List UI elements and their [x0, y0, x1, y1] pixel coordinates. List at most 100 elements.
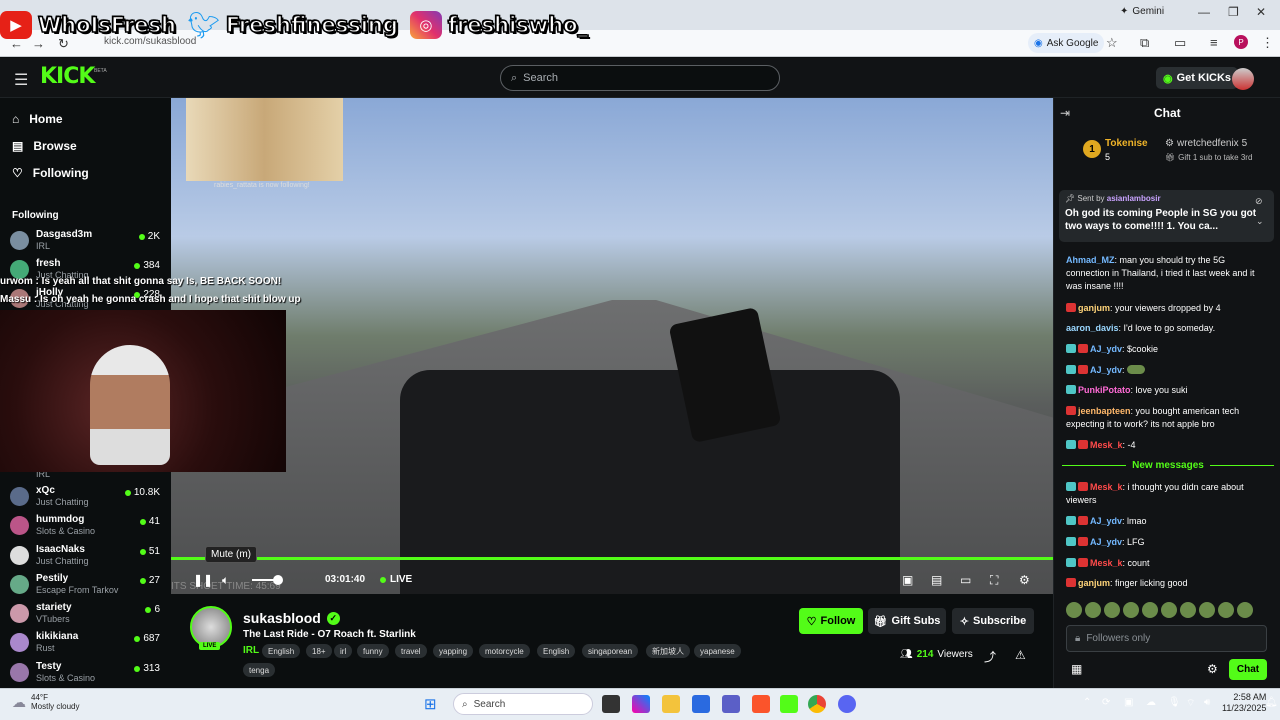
gift-promo[interactable]: 🎁︎ Gift 1 sub to take 3rd	[1165, 153, 1252, 162]
volume-icon[interactable]: 🔈︎	[222, 573, 229, 588]
brave-icon[interactable]	[752, 695, 770, 713]
chat-username[interactable]: Ahmad_MZ	[1066, 255, 1115, 265]
emote-icon[interactable]	[1066, 602, 1082, 618]
search-input[interactable]: ⌕ Search	[500, 65, 780, 91]
chrome-icon[interactable]	[808, 695, 826, 713]
sidebar-channel[interactable]: stariety VTubers 6	[10, 602, 160, 628]
chat-send-button[interactable]: Chat	[1229, 659, 1267, 680]
tray-chevron-icon[interactable]: ⌃	[1083, 697, 1091, 708]
stream-tag[interactable]: yapping	[433, 644, 474, 658]
get-kicks-button[interactable]: ◉ Get KICKs	[1156, 67, 1239, 89]
close-icon[interactable]: ✕	[1256, 5, 1266, 19]
nav-browse[interactable]: ▤ Browse	[12, 139, 77, 153]
media-icon[interactable]: ≡	[1210, 35, 1218, 50]
chat-username[interactable]: AJ_ydv	[1090, 516, 1122, 526]
pause-icon[interactable]: ❚❚	[193, 573, 213, 587]
emote-icon[interactable]	[1218, 602, 1234, 618]
nav-home[interactable]: ⌂ Home	[12, 112, 63, 126]
settings-gear-icon[interactable]: ⚙	[1019, 573, 1030, 587]
copilot-icon[interactable]	[632, 695, 650, 713]
share-icon[interactable]: ⤴	[984, 648, 996, 665]
taskbar-clock[interactable]: 2:58 AM 11/23/2025	[1222, 692, 1266, 714]
sidebar-channel[interactable]: hummdog Slots & Casino 41	[10, 514, 160, 540]
minimize-icon[interactable]: —	[1198, 5, 1210, 19]
chat-username[interactable]: Mesk_k	[1090, 440, 1123, 450]
sidebar-channel[interactable]: Pestily Escape From Tarkov 27	[10, 573, 160, 599]
emote-icon[interactable]	[1237, 602, 1253, 618]
bookmark-star-icon[interactable]: ☆	[1106, 35, 1118, 51]
weather-widget[interactable]: ☁ 44°F Mostly cloudy	[12, 693, 79, 711]
tray-app-icon[interactable]: ▣	[1124, 697, 1133, 708]
task-view-icon[interactable]	[602, 695, 620, 713]
theater-mode-icon[interactable]: ▭	[960, 573, 971, 587]
file-explorer-icon[interactable]	[662, 695, 680, 713]
nav-following[interactable]: ♡ Following	[12, 166, 89, 180]
emote-icon[interactable]	[1085, 602, 1101, 618]
tray-cloud-icon[interactable]: ☁	[1146, 697, 1156, 708]
mini-player-icon[interactable]: ▣	[902, 573, 913, 587]
stream-tag[interactable]: singaporean	[582, 644, 639, 658]
windows-start-icon[interactable]: ⊞	[424, 695, 437, 713]
discord-icon[interactable]	[838, 695, 856, 713]
sidebar-channel[interactable]: Testy Slots & Casino 313	[10, 661, 160, 687]
sidebar-channel[interactable]: Dasgasd3m IRL 2K	[10, 229, 160, 255]
volume-slider-knob[interactable]	[273, 575, 283, 585]
gift-subs-button[interactable]: 🎁︎ Gift Subs	[868, 608, 946, 634]
emote-icon[interactable]	[1104, 602, 1120, 618]
emote-icon[interactable]	[1161, 602, 1177, 618]
stream-tag[interactable]: funny	[357, 644, 389, 658]
gift-box-icon[interactable]: ▦	[1071, 662, 1082, 676]
subscribe-button[interactable]: ✧ Subscribe	[952, 608, 1034, 634]
sidebar-channel[interactable]: kikikiana Rust 687	[10, 631, 160, 657]
emote-icon[interactable]	[1199, 602, 1215, 618]
emote-icon[interactable]	[1142, 602, 1158, 618]
chat-username[interactable]: AJ_ydv	[1090, 537, 1122, 547]
chat-settings-gear-icon[interactable]: ⚙	[1207, 662, 1218, 676]
stream-tag[interactable]: tenga	[243, 663, 276, 677]
chat-username[interactable]: ganjum	[1078, 578, 1110, 588]
maximize-icon[interactable]: ❐	[1228, 5, 1239, 19]
tray-mic-icon[interactable]: 🎙︎	[1168, 697, 1181, 708]
profile-avatar[interactable]: P	[1234, 35, 1248, 49]
chat-username[interactable]: Mesk_k	[1090, 558, 1123, 568]
channel-name[interactable]: sukasblood ✓	[243, 610, 340, 626]
notifications-bell-icon[interactable]: 🔔︎	[1265, 697, 1278, 708]
clip-icon[interactable]: ▤	[931, 573, 942, 587]
fullscreen-icon[interactable]: ⛶	[990, 573, 998, 588]
chat-username[interactable]: ganjum	[1078, 303, 1110, 313]
store-icon[interactable]	[692, 695, 710, 713]
ask-google-button[interactable]: ◉ Ask Google	[1028, 33, 1105, 53]
stream-tag[interactable]: travel	[395, 644, 427, 658]
speaker-icon[interactable]: 🔊︎	[1204, 697, 1210, 708]
chat-username[interactable]: AJ_ydv	[1090, 365, 1122, 375]
pinned-message[interactable]: 📌︎ Sent by asianlambosir Oh god its comi…	[1059, 190, 1274, 242]
stream-category-link[interactable]: IRL	[243, 645, 259, 656]
menu-kebab-icon[interactable]: ⋮	[1261, 35, 1274, 51]
gemini-button[interactable]: ✦ Gemini	[1120, 6, 1164, 17]
kick-app-icon[interactable]	[780, 695, 798, 713]
tray-sync-icon[interactable]: ⟳	[1102, 697, 1110, 708]
chat-username[interactable]: jeenbapteen	[1078, 406, 1131, 416]
stream-tag[interactable]: irl	[334, 644, 353, 658]
emote-icon[interactable]	[1180, 602, 1196, 618]
emote-icon[interactable]	[1123, 602, 1139, 618]
report-warning-icon[interactable]: ⚠	[1015, 648, 1026, 662]
sidebar-channel[interactable]: IsaacNaks Just Chatting 51	[10, 544, 160, 570]
stream-tag[interactable]: 18+	[306, 644, 332, 658]
kick-logo[interactable]: KICK	[40, 64, 95, 89]
chat-username[interactable]: aaron_davis	[1066, 323, 1119, 333]
stream-tag[interactable]: motorcycle	[479, 644, 530, 658]
user-avatar[interactable]	[1232, 68, 1254, 90]
stream-tag[interactable]: English	[537, 644, 576, 658]
follow-button[interactable]: ♡ Follow	[799, 608, 863, 634]
hamburger-menu-icon[interactable]: ☰	[14, 70, 28, 90]
chat-input[interactable]: 🔒︎ Followers only	[1066, 625, 1267, 652]
teams-icon[interactable]	[722, 695, 740, 713]
chat-username[interactable]: PunkiPotato	[1078, 385, 1131, 395]
collapse-chat-icon[interactable]: ⇥	[1060, 106, 1070, 120]
stream-tag[interactable]: English	[262, 644, 301, 658]
unpin-icon[interactable]: ⊘	[1255, 196, 1263, 207]
chat-username[interactable]: Mesk_k	[1090, 482, 1123, 492]
chevron-down-icon[interactable]: ⌄	[1256, 216, 1264, 227]
chat-username[interactable]: AJ_ydv	[1090, 344, 1122, 354]
